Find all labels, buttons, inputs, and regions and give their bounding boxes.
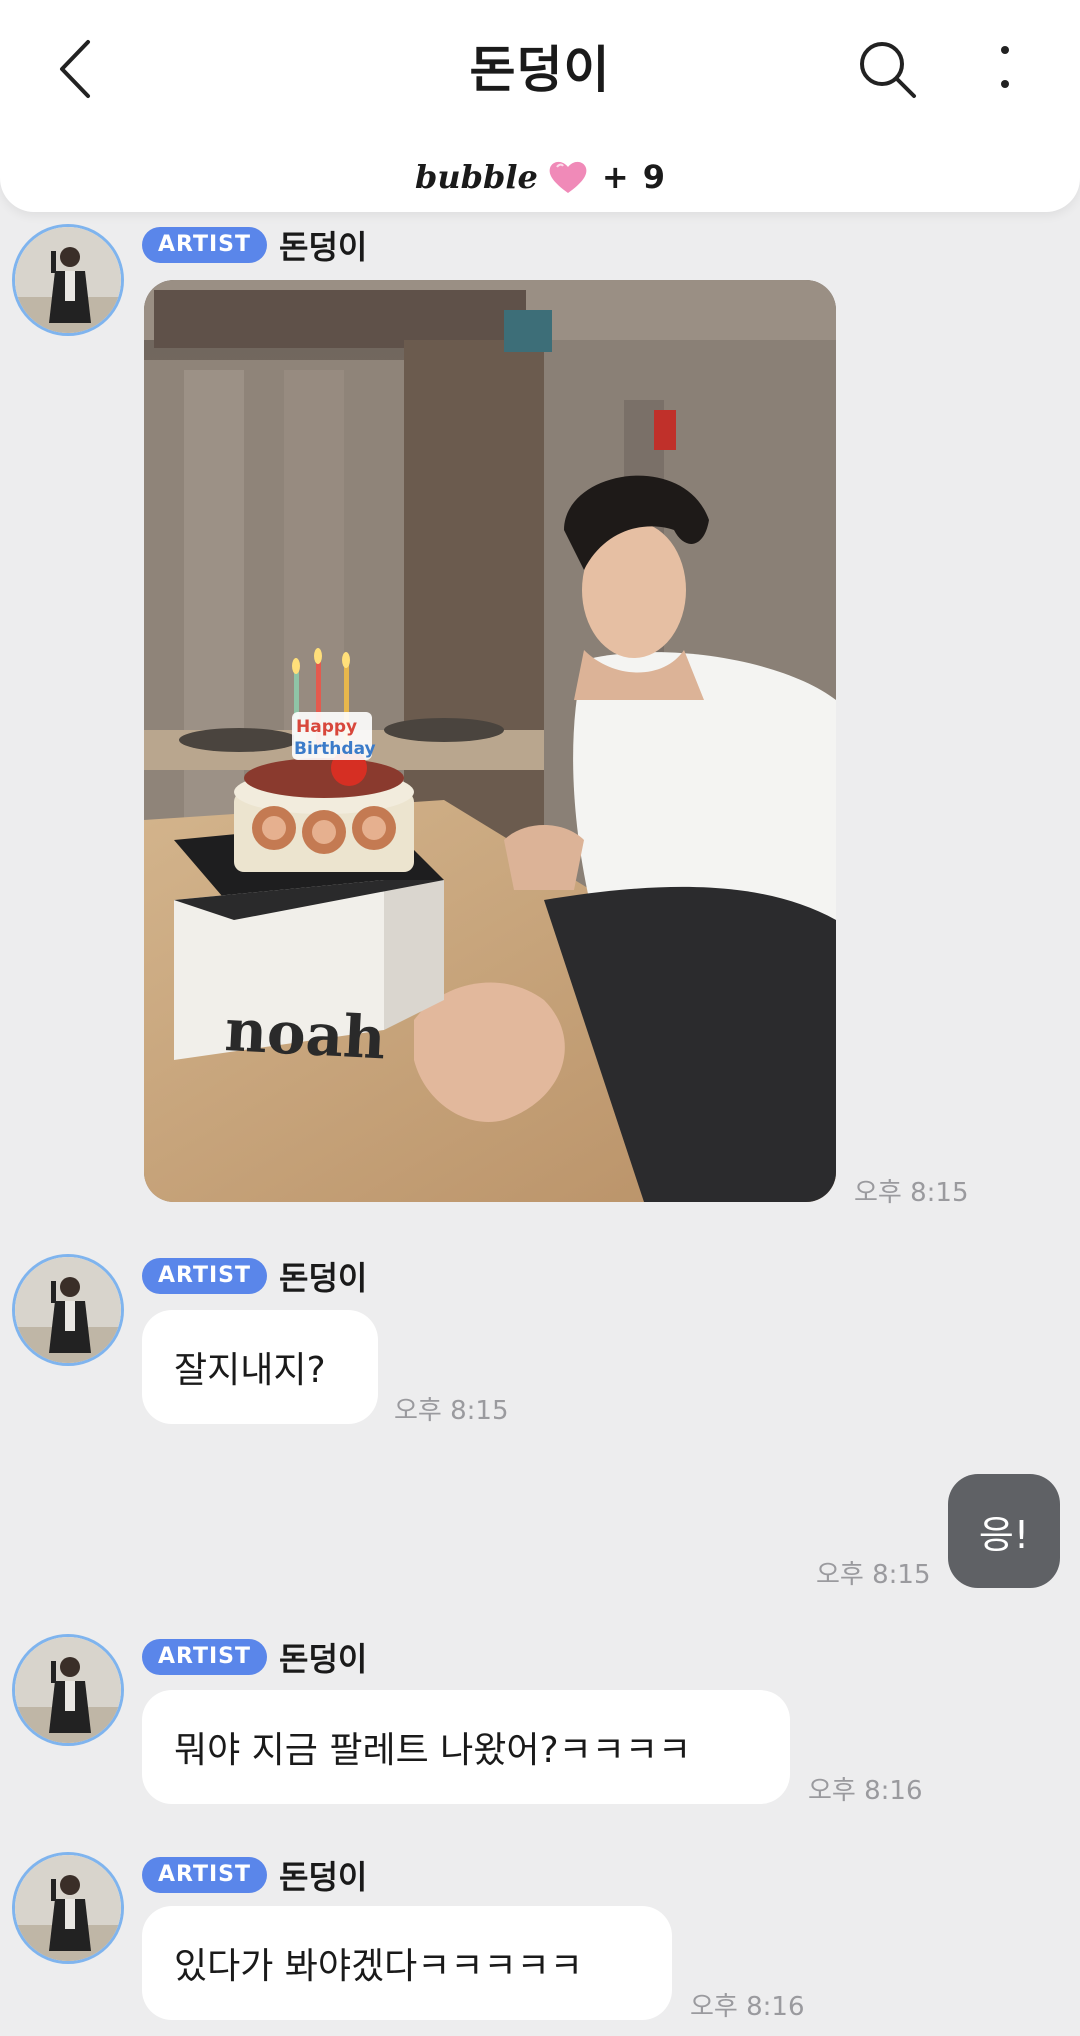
photo-birthday-cake: noah Happy Birthday bbox=[144, 280, 836, 1202]
topper-text-birthday: Birthday bbox=[294, 739, 376, 759]
my-message-bubble[interactable]: 응! bbox=[948, 1474, 1060, 1588]
bubble-status[interactable]: bubble + 9 bbox=[0, 152, 1080, 202]
message-time: 오후 8:15 bbox=[816, 1560, 931, 1590]
sender-name: 돈덩이 bbox=[279, 228, 368, 266]
box-brand-text: noah bbox=[223, 996, 387, 1072]
artist-avatar[interactable] bbox=[12, 1254, 124, 1366]
sender-label: ARTIST 돈덩이 bbox=[142, 1253, 367, 1299]
avatar-image bbox=[15, 1637, 121, 1743]
sender-name: 돈덩이 bbox=[279, 1640, 368, 1678]
message-time: 오후 8:15 bbox=[394, 1396, 509, 1426]
heart-icon bbox=[549, 161, 587, 193]
sender-label: ARTIST 돈덩이 bbox=[142, 1852, 367, 1898]
artist-avatar[interactable] bbox=[12, 1852, 124, 1964]
chat-screen: 돈덩이 bubble + 9 ARTIST 돈덩이 noah Happy Bir… bbox=[0, 0, 1080, 2036]
sender-name: 돈덩이 bbox=[279, 1259, 368, 1297]
artist-badge: ARTIST bbox=[142, 1857, 268, 1893]
message-bubble[interactable]: 있다가 봐야겠다ㅋㅋㅋㅋㅋ bbox=[142, 1906, 672, 2020]
bubble-count: 9 bbox=[642, 158, 665, 196]
more-vertical-icon bbox=[1001, 46, 1009, 88]
avatar-image bbox=[15, 227, 121, 333]
artist-avatar[interactable] bbox=[12, 1634, 124, 1746]
message-time: 오후 8:16 bbox=[690, 1992, 805, 2022]
message-time: 오후 8:15 bbox=[854, 1178, 969, 1208]
avatar-image bbox=[15, 1257, 121, 1363]
search-button[interactable] bbox=[852, 34, 922, 104]
more-options-button[interactable] bbox=[982, 34, 1028, 104]
sender-name: 돈덩이 bbox=[279, 1858, 368, 1896]
sender-label: ARTIST 돈덩이 bbox=[142, 1634, 367, 1680]
shared-photo[interactable]: noah Happy Birthday bbox=[144, 280, 836, 1202]
topper-text-happy: Happy bbox=[296, 717, 357, 737]
bubble-logo: bubble bbox=[415, 158, 538, 196]
search-icon bbox=[860, 42, 916, 98]
message-bubble[interactable]: 뭐야 지금 팔레트 나왔어?ㅋㅋㅋㅋ bbox=[142, 1690, 790, 1804]
message-time: 오후 8:16 bbox=[808, 1776, 923, 1806]
artist-avatar[interactable] bbox=[12, 224, 124, 336]
chat-header: 돈덩이 bubble + 9 bbox=[0, 0, 1080, 212]
artist-badge: ARTIST bbox=[142, 227, 268, 263]
sender-label: ARTIST 돈덩이 bbox=[142, 222, 367, 268]
avatar-image bbox=[15, 1855, 121, 1961]
artist-badge: ARTIST bbox=[142, 1258, 268, 1294]
message-bubble[interactable]: 잘지내지? bbox=[142, 1310, 378, 1424]
artist-badge: ARTIST bbox=[142, 1639, 268, 1675]
bubble-plus: + bbox=[601, 158, 629, 196]
